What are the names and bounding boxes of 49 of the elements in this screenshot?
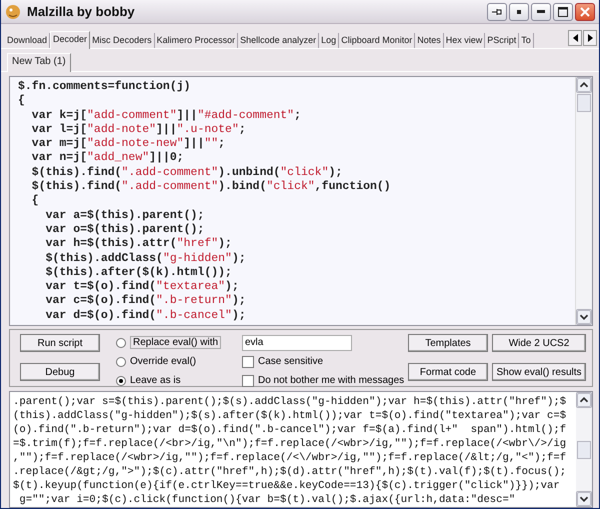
radio-label: Leave as is [130, 375, 181, 386]
tab[interactable]: PScript [485, 32, 520, 48]
code-line: var h=$(this).attr("href"); [44, 237, 233, 252]
code-line: var c=$(o).find(".b-return"); [44, 294, 247, 309]
window-title: Malzilla by bobby [27, 4, 136, 20]
code-line: var o=$(this).parent(); [44, 222, 206, 238]
output-line: =$.trim(f);f=f.replace(/<br>/ig,"\n");f=f.replace(/<wbr>/ig,"");f=f.replace(/<wbr\/>/ig [13, 437, 568, 451]
replace-input-field[interactable]: evla [242, 334, 352, 350]
output-line: g="";var i=0;$(c).click(function(){var b=$(t).val();$.ajax({url:h,data:"desc=" [18, 493, 516, 507]
radio-label: Override eval() [130, 356, 196, 367]
code-line: $(this).find(".add-comment").bind("click",function() [30, 180, 392, 194]
code-line: var m=j["add-note-new"]||""; [30, 137, 226, 152]
tab[interactable]: Notes [415, 32, 444, 48]
checkbox-label: Do not bother me with messages [258, 375, 404, 386]
code-line: { [18, 94, 26, 109]
tab[interactable]: To [519, 32, 534, 48]
output-line: .parent();var s=$(this).parent();$(s).addClass("g-hidden");var h=$(this).attr("href");$ [13, 395, 568, 409]
tab[interactable]: Misc Decoders [90, 32, 155, 48]
output-line: $(t).keyup(function(e){if(e.ctrlKey==true&&e.keyCode==13){$(c).trigger("click")}});var [13, 479, 561, 493]
checkbox-label: Case sensitive [258, 356, 324, 367]
show-eval-results-button[interactable]: Show eval() results [492, 363, 586, 381]
format-code-button[interactable]: Format code [408, 363, 488, 381]
radio-label: Replace eval() with [130, 336, 222, 349]
tab[interactable]: Shellcode analyzer [238, 32, 320, 48]
tab[interactable]: Hex view [444, 32, 486, 48]
code-line: var n=j["add_new"]||0; [30, 151, 185, 166]
code-line: $(this).addClass("g-hidden"); [44, 252, 247, 266]
tab[interactable]: Kalimero Processor [154, 32, 238, 48]
code-line: var t=$(o).find("textarea"); [44, 280, 240, 294]
code-line: var k=j["add-comment"]||"#add-comment"; [30, 108, 302, 123]
templates-button[interactable]: Templates [408, 334, 488, 352]
tab[interactable]: Clipboard Monitor [339, 32, 416, 48]
output-line: (this).addClass("g-hidden");$(s).after($(k).html());var t=$(o).find("textarea");var c=$ [13, 409, 568, 423]
code-line: var a=$(this).parent(); [44, 208, 206, 223]
code-line: var d=$(o).find(".b-cancel"); [44, 308, 247, 324]
code-line: $.fn.comments=function(j) [18, 80, 192, 94]
debug-button[interactable]: Debug [20, 363, 100, 381]
code-line: $(this).after($(k).html()); [44, 266, 233, 280]
tab[interactable]: New Tab (1) [7, 52, 71, 72]
tab[interactable]: Decoder [50, 30, 90, 49]
code-line: { [30, 194, 40, 209]
wide-ucs2-button[interactable]: Wide 2 UCS2 [492, 334, 586, 352]
output-line: ,"");f=f.replace(/<wbr>/ig,"");f=f.replace(/<\/wbr>/ig,"");f=f.replace(/&lt;/g,"<");f=f [13, 451, 568, 465]
output-line: .replace(/&gt;/g,">");$(c).attr("href",h);$(d).attr("href",h);$(t).val(f);$(t).focus(); [13, 465, 568, 479]
tab[interactable]: Log [319, 32, 340, 48]
code-line: $(this).find(".add-comment").unbind("click"); [30, 166, 344, 180]
output-line: (o).find(".b-return");var d=$(o).find(".b-cancel");var f=$(a).find(l+" span").html();f [13, 423, 568, 437]
run-script-button[interactable]: Run script [20, 334, 100, 352]
code-line: var l=j["add-note"]||".u-note"; [30, 122, 247, 138]
